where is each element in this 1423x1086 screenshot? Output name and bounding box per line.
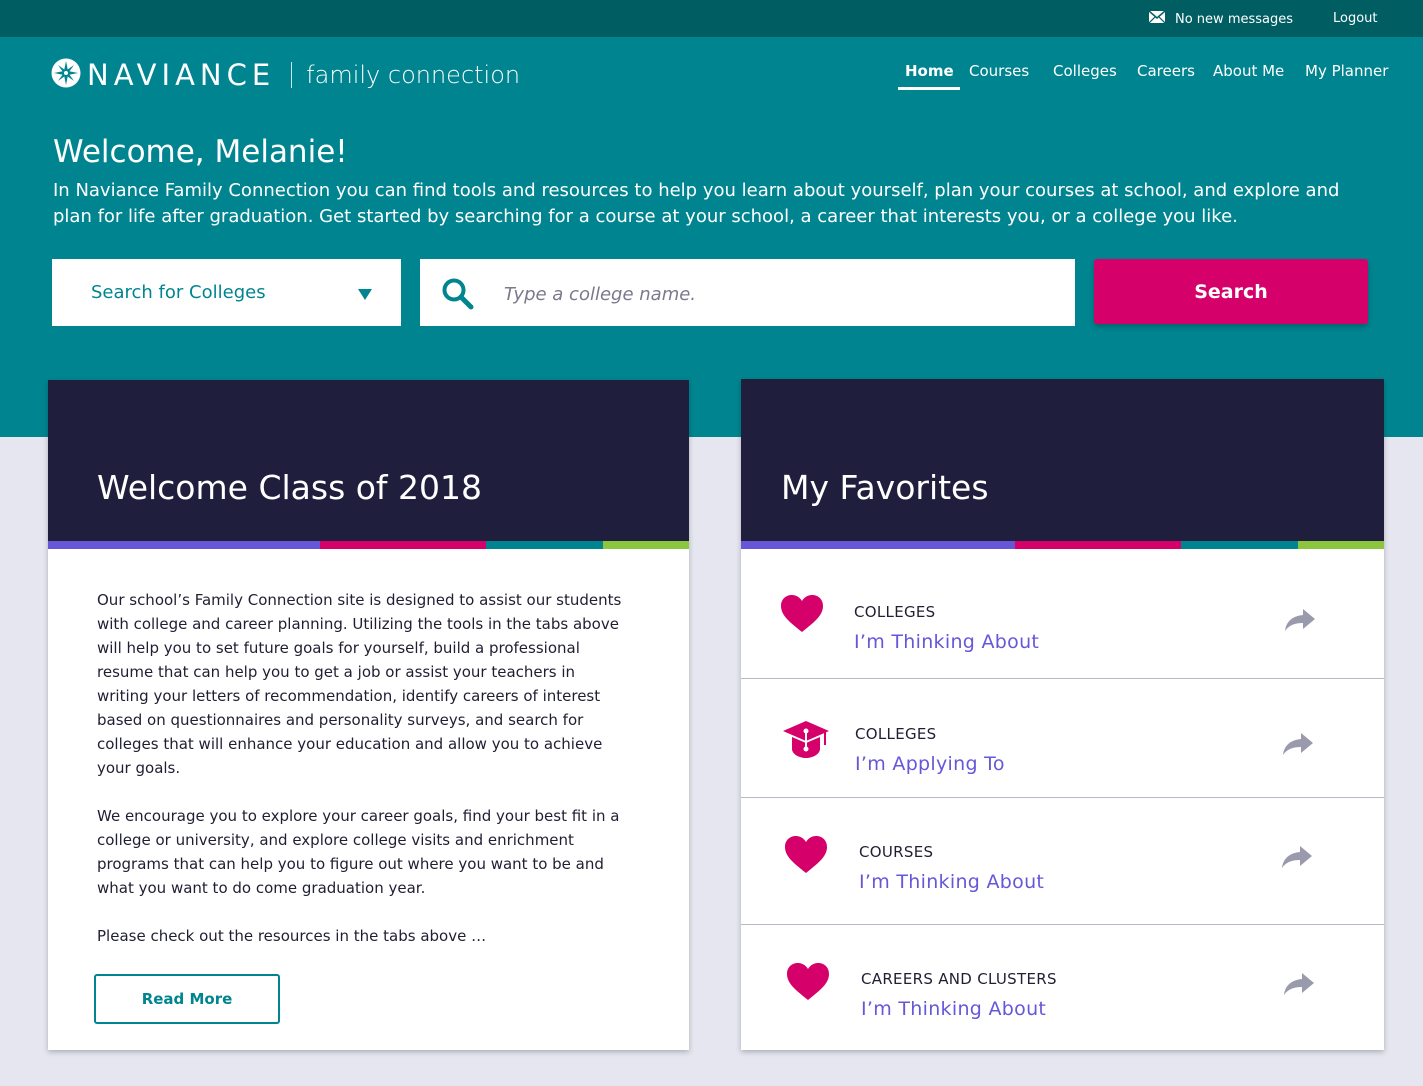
favorite-category: COLLEGES <box>855 725 937 743</box>
logout-link[interactable]: Logout <box>1333 11 1378 26</box>
nav-careers[interactable]: Careers <box>1137 62 1195 80</box>
favorite-link[interactable]: I’m Thinking About <box>854 631 1039 653</box>
favorite-careers-thinking[interactable]: CAREERS AND CLUSTERS I’m Thinking About <box>741 925 1384 1050</box>
welcome-card-body: Our school’s Family Connection site is d… <box>97 588 622 972</box>
nav-my-planner[interactable]: My Planner <box>1305 62 1388 80</box>
messages-label: No new messages <box>1175 11 1294 27</box>
favorites-card: My Favorites COLLEGES I’m Thinking About <box>741 379 1384 1050</box>
hero-banner <box>0 37 1423 437</box>
graduation-cap-icon <box>783 721 829 763</box>
read-more-button[interactable]: Read More <box>94 974 280 1024</box>
naviance-logo[interactable]: NAVIANCE family connection <box>51 58 520 92</box>
favorite-courses-thinking[interactable]: COURSES I’m Thinking About <box>741 798 1384 925</box>
welcome-paragraph: Please check out the resources in the ta… <box>97 927 487 945</box>
heart-icon <box>787 963 829 1005</box>
brand-name: NAVIANCE <box>87 58 276 92</box>
nav-courses[interactable]: Courses <box>969 62 1029 80</box>
favorite-link[interactable]: I’m Thinking About <box>859 871 1044 893</box>
favorite-link[interactable]: I’m Thinking About <box>861 998 1046 1020</box>
welcome-paragraph: We encourage you to explore your career … <box>97 807 620 897</box>
favorite-category: COLLEGES <box>854 603 936 621</box>
intro-text: In Naviance Family Connection you can fi… <box>53 180 1340 227</box>
page-title: Welcome, Melanie! <box>53 134 348 170</box>
logo-divider <box>291 62 293 88</box>
search-box <box>420 259 1075 326</box>
color-stripe <box>741 541 1384 549</box>
product-name: family connection <box>306 61 521 89</box>
top-bar: No new messages Logout <box>0 0 1423 37</box>
favorite-colleges-applying[interactable]: COLLEGES I’m Applying To <box>741 679 1384 798</box>
search-scope-label: Search for Colleges <box>91 282 266 303</box>
welcome-card-header: Welcome Class of 2018 <box>48 380 689 541</box>
welcome-paragraph: Our school’s Family Connection site is d… <box>97 591 622 777</box>
nav-active-indicator <box>898 87 960 90</box>
heart-icon <box>781 595 823 637</box>
nav-colleges[interactable]: Colleges <box>1053 62 1117 80</box>
compass-logo-icon <box>51 58 81 92</box>
share-arrow-icon[interactable] <box>1282 846 1312 872</box>
favorite-category: COURSES <box>859 843 934 861</box>
share-arrow-icon[interactable] <box>1283 733 1313 759</box>
favorites-card-title: My Favorites <box>781 468 989 507</box>
magnifier-icon <box>441 277 475 315</box>
favorite-link[interactable]: I’m Applying To <box>855 753 1005 775</box>
favorite-colleges-thinking[interactable]: COLLEGES I’m Thinking About <box>741 549 1384 679</box>
caret-down-icon <box>358 289 372 300</box>
messages-link[interactable]: No new messages <box>1148 10 1294 27</box>
favorites-card-header: My Favorites <box>741 379 1384 541</box>
search-scope-dropdown[interactable]: Search for Colleges <box>52 259 401 326</box>
share-arrow-icon[interactable] <box>1284 973 1314 999</box>
heart-icon <box>785 836 827 878</box>
favorite-category: CAREERS AND CLUSTERS <box>861 970 1057 988</box>
color-stripe <box>48 541 689 549</box>
welcome-card: Welcome Class of 2018 Our school’s Famil… <box>48 380 689 1050</box>
nav-home[interactable]: Home <box>905 62 954 80</box>
envelope-icon <box>1148 10 1166 27</box>
welcome-card-title: Welcome Class of 2018 <box>97 468 483 507</box>
share-arrow-icon[interactable] <box>1285 609 1315 635</box>
search-input[interactable] <box>502 273 1046 315</box>
search-button[interactable]: Search <box>1094 259 1368 324</box>
nav-about-me[interactable]: About Me <box>1213 62 1284 80</box>
